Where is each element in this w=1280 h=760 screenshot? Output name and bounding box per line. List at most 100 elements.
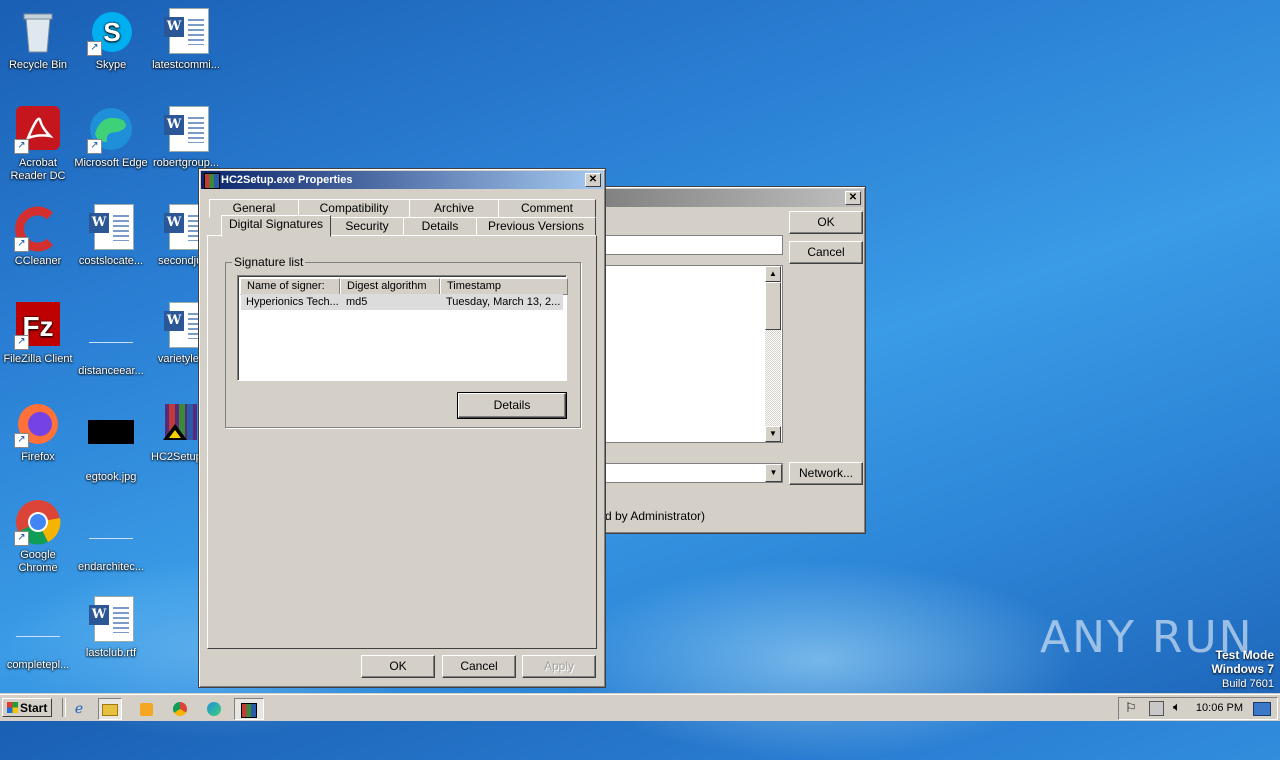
signature-list-view[interactable]: Name of signer: Digest algorithm Timesta…: [237, 275, 568, 381]
desktop-icon-skype[interactable]: S ↗ Skype: [73, 8, 149, 72]
windows-logo-icon: [7, 702, 18, 713]
volume-icon[interactable]: 🔈︎: [1173, 699, 1181, 715]
background-window-titlebar[interactable]: ✕: [599, 189, 863, 207]
start-button[interactable]: Start: [2, 698, 52, 717]
apply-button: Apply: [522, 655, 596, 678]
dialog-titlebar[interactable]: HC2Setup.exe Properties ✕: [201, 171, 603, 189]
build-label: Build 7601: [1222, 678, 1274, 690]
shortcut-arrow-icon: ↗: [87, 139, 102, 154]
details-button[interactable]: Details: [457, 392, 567, 419]
scrollbar[interactable]: ▲ ▼: [765, 266, 781, 442]
system-tray: ⚐ 🔈︎ 10:06 PM: [1118, 697, 1278, 720]
chevron-down-icon[interactable]: ▼: [765, 464, 782, 482]
show-desktop-icon[interactable]: [1253, 702, 1271, 716]
start-label: Start: [20, 701, 48, 715]
desktop-icon-label: distanceear...: [78, 365, 144, 377]
background-combobox[interactable]: ▼: [605, 463, 783, 483]
column-header-digest[interactable]: Digest algorithm: [340, 278, 440, 295]
filezilla-icon: Fz ↗: [14, 302, 62, 350]
desktop-icon-costslocate[interactable]: W costslocate...: [73, 204, 149, 268]
taskbar: Start ℯ ⚐ 🔈︎ 10:06 PM: [0, 694, 1280, 721]
background-window[interactable]: ✕ ▲ ▼ ▼ OK Cancel Network... d by Admini…: [596, 186, 866, 534]
shortcut-arrow-icon: ↗: [14, 335, 29, 350]
desktop-icon-label: FileZilla Client: [3, 353, 73, 365]
network-button[interactable]: Network...: [789, 462, 863, 485]
scroll-thumb[interactable]: [765, 282, 781, 330]
tab-details[interactable]: Details: [403, 217, 477, 236]
desktop-icon-lastclub[interactable]: W lastclub.rtf: [73, 596, 149, 660]
explorer-folder-icon[interactable]: [98, 698, 122, 720]
desktop-icon-robertgroup[interactable]: W robertgroup...: [148, 106, 224, 170]
winrar-installer-icon: [204, 173, 220, 189]
desktop-icon-completepl[interactable]: completepl...: [0, 596, 76, 672]
media-player-icon[interactable]: [135, 698, 157, 718]
column-header-signer[interactable]: Name of signer:: [240, 278, 340, 295]
word-document-icon: W: [87, 204, 135, 252]
desktop-icon-label: completepl...: [6, 659, 70, 671]
desktop-icon-chrome[interactable]: ↗ Google Chrome: [0, 498, 76, 575]
blank-file-icon: [87, 314, 135, 362]
scroll-up-button[interactable]: ▲: [765, 266, 781, 282]
desktop-icon-edge[interactable]: ↗ Microsoft Edge: [73, 106, 149, 170]
edge-icon[interactable]: [203, 698, 225, 718]
wallpaper-glow: [560, 560, 1080, 760]
close-icon[interactable]: ✕: [845, 191, 861, 205]
word-document-icon: W: [162, 8, 210, 56]
signer-cell: Hyperionics Tech...: [246, 296, 338, 308]
tab-previous-versions[interactable]: Previous Versions: [476, 217, 596, 236]
action-center-flag-icon[interactable]: ⚐: [1125, 700, 1137, 716]
ok-button[interactable]: OK: [361, 655, 435, 678]
desktop-icon-firefox[interactable]: ↗ Firefox: [0, 400, 76, 464]
timestamp-cell: Tuesday, March 13, 2...: [446, 296, 561, 308]
clock[interactable]: 10:06 PM: [1196, 702, 1243, 714]
ccleaner-icon: ↗: [14, 204, 62, 252]
desktop-icon-label: endarchitec...: [77, 561, 145, 573]
internet-explorer-icon[interactable]: ℯ: [68, 698, 90, 718]
properties-dialog[interactable]: HC2Setup.exe Properties ✕ General Compat…: [198, 168, 606, 688]
desktop-icon-label: lastclub.rtf: [85, 647, 137, 659]
desktop-icon-filezilla[interactable]: Fz ↗ FileZilla Client: [0, 302, 76, 366]
tab-comment[interactable]: Comment: [498, 199, 596, 218]
acrobat-icon: ↗: [14, 106, 62, 154]
shortcut-arrow-icon: ↗: [14, 531, 29, 546]
network-icon[interactable]: [1149, 701, 1164, 716]
desktop-icon-egtook[interactable]: egtook.jpg: [73, 400, 149, 484]
tab-digital-signatures[interactable]: Digital Signatures: [221, 215, 331, 237]
shortcut-arrow-icon: ↗: [14, 237, 29, 252]
tab-security[interactable]: Security: [330, 217, 404, 236]
desktop-icon-recycle-bin[interactable]: Recycle Bin: [0, 8, 76, 72]
desktop-icon-label: egtook.jpg: [85, 471, 137, 483]
desktop-icon-endarchitec[interactable]: endarchitec...: [73, 498, 149, 574]
scroll-down-button[interactable]: ▼: [765, 426, 781, 442]
signature-list-group: Signature list Name of signer: Digest al…: [225, 255, 581, 428]
background-text-field[interactable]: [605, 235, 783, 255]
desktop-icon-label: Skype: [95, 59, 127, 71]
cancel-button[interactable]: Cancel: [789, 241, 863, 264]
ok-button[interactable]: OK: [789, 211, 863, 234]
desktop-icon-latestcommi[interactable]: W latestcommi...: [148, 8, 224, 72]
table-row[interactable]: Hyperionics Tech... md5 Tuesday, March 1…: [241, 294, 563, 310]
recycle-bin-icon: [14, 8, 62, 56]
shortcut-arrow-icon: ↗: [87, 41, 102, 56]
os-version-label: Windows 7: [1211, 662, 1274, 676]
tab-archive[interactable]: Archive: [409, 199, 499, 218]
shortcut-arrow-icon: ↗: [14, 433, 29, 448]
firefox-icon: ↗: [14, 400, 62, 448]
desktop-icon-acrobat[interactable]: ↗ Acrobat Reader DC: [0, 106, 76, 183]
winrar-installer-icon[interactable]: [234, 698, 264, 720]
tab-panel: Signature list Name of signer: Digest al…: [207, 235, 597, 649]
desktop-icon-label: Firefox: [21, 451, 55, 463]
chrome-icon: ↗: [14, 498, 62, 546]
blank-file-icon: [87, 510, 135, 558]
test-mode-label: Test Mode: [1215, 648, 1274, 662]
shortcut-arrow-icon: ↗: [14, 139, 29, 154]
edge-icon: ↗: [87, 106, 135, 154]
chrome-icon[interactable]: [169, 698, 191, 718]
svg-text:S: S: [103, 17, 120, 47]
close-icon[interactable]: ✕: [585, 173, 601, 187]
cancel-button[interactable]: Cancel: [442, 655, 516, 678]
desktop-icon-distanceear[interactable]: distanceear...: [73, 302, 149, 378]
desktop-icon-ccleaner[interactable]: ↗ CCleaner: [0, 204, 76, 268]
column-header-timestamp[interactable]: Timestamp: [440, 278, 568, 295]
background-list-box[interactable]: [605, 265, 783, 443]
